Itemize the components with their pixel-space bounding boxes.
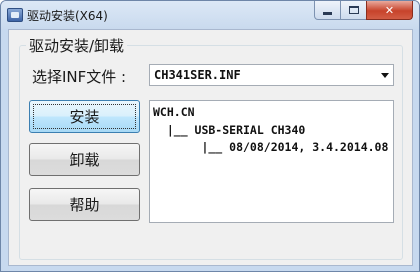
driver-info-box: WCH.CN |__ USB-SERIAL CH340 |__ 08/08/20… <box>149 100 394 223</box>
window-title: 驱动安装(X64) <box>27 9 108 23</box>
close-icon: ✕ <box>384 3 395 17</box>
inf-file-label: 选择INF文件 : <box>32 68 127 86</box>
close-button[interactable]: ✕ <box>366 1 413 20</box>
minimize-icon <box>323 11 332 15</box>
maximize-button[interactable] <box>340 1 367 20</box>
info-line-version: |__ 08/08/2014, 3.4.2014.08 <box>153 140 389 154</box>
info-line-device: |__ USB-SERIAL CH340 <box>153 123 306 137</box>
app-icon <box>7 8 23 22</box>
title-bar[interactable]: 驱动安装(X64) ✕ <box>1 1 419 29</box>
maximize-icon <box>348 6 359 14</box>
install-button[interactable]: 安装 <box>29 100 140 133</box>
minimize-button[interactable] <box>314 1 341 20</box>
inf-file-selected-value: CH341SER.INF <box>154 68 241 82</box>
dialog-client-area: 驱动安装/卸载 选择INF文件 : CH341SER.INF 安装 卸载 帮助 … <box>8 29 413 266</box>
groupbox-title: 驱动安装/卸载 <box>26 35 128 56</box>
info-line-vendor: WCH.CN <box>153 105 195 119</box>
inf-file-select[interactable]: CH341SER.INF <box>149 64 394 86</box>
uninstall-button[interactable]: 卸载 <box>29 143 140 176</box>
chevron-down-icon[interactable] <box>381 73 389 78</box>
help-button[interactable]: 帮助 <box>29 188 140 221</box>
driver-install-window: 驱动安装(X64) ✕ 驱动安装/卸载 选择INF文件 : CH341SER.I… <box>0 0 420 272</box>
